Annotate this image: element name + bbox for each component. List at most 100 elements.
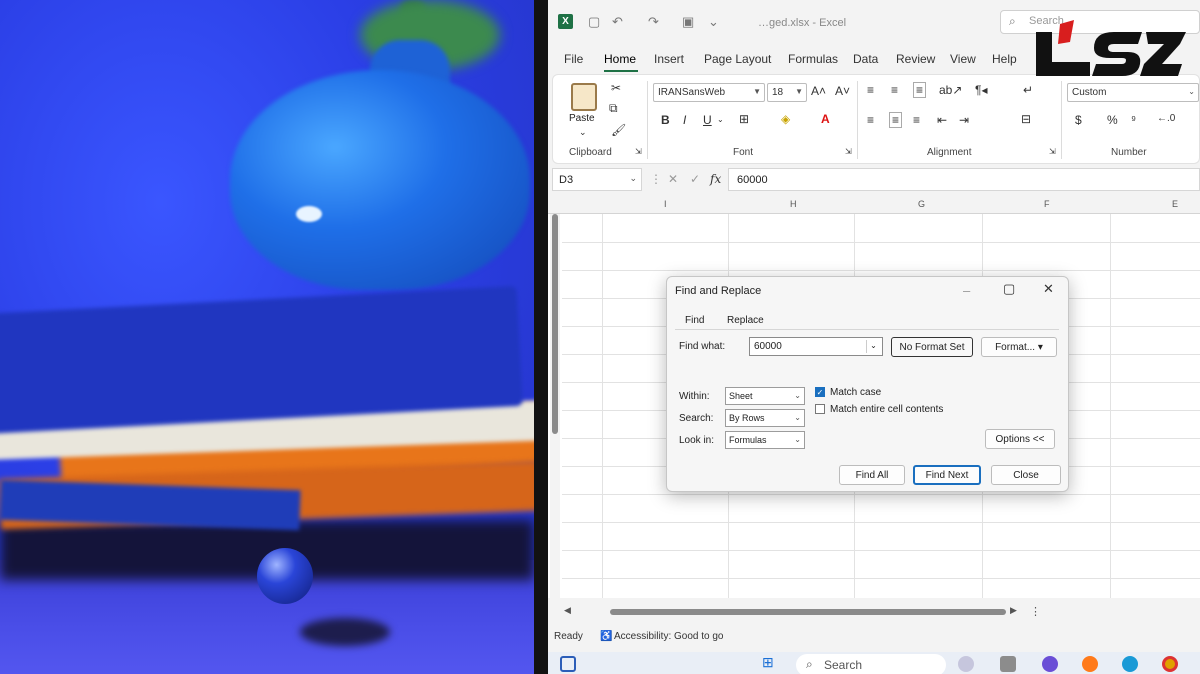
more-icon[interactable]: ⋮ bbox=[1030, 605, 1041, 618]
scroll-thumb[interactable] bbox=[552, 214, 558, 434]
font-family-select[interactable]: IRANSansWeb ▼ bbox=[653, 83, 765, 102]
increase-indent-icon[interactable]: ⇥ bbox=[959, 113, 969, 127]
search-icon: ⌕ bbox=[1009, 14, 1016, 28]
match-entire-checkbox[interactable] bbox=[815, 404, 825, 414]
start-icon[interactable]: ⊞ bbox=[762, 654, 778, 670]
column-header[interactable]: E bbox=[1172, 199, 1178, 209]
increase-decimal-icon[interactable]: ←.0 bbox=[1157, 113, 1175, 124]
percent-style-icon[interactable]: % bbox=[1107, 113, 1118, 127]
paste-dropdown-icon[interactable]: ⌄ bbox=[579, 127, 587, 138]
borders-icon[interactable]: ⊞ bbox=[739, 112, 749, 126]
clipboard-group-label: Clipboard bbox=[569, 147, 612, 158]
paste-label[interactable]: Paste bbox=[569, 113, 595, 124]
align-center-icon[interactable]: ≡ bbox=[889, 112, 903, 128]
tab-data[interactable]: Data bbox=[853, 52, 878, 66]
alignment-launcher-icon[interactable]: ⇲ bbox=[1049, 147, 1056, 156]
accessibility-icon[interactable]: ♿ bbox=[600, 631, 612, 642]
tab-file[interactable]: File bbox=[564, 52, 583, 66]
tab-home[interactable]: Home bbox=[604, 52, 636, 66]
rtl-direction-icon[interactable]: ¶◂ bbox=[975, 83, 987, 97]
within-select[interactable]: Sheet ⌄ bbox=[725, 387, 805, 405]
tab-find[interactable]: Find bbox=[685, 315, 704, 326]
name-box[interactable]: D3 ⌄ bbox=[552, 168, 642, 191]
align-middle-icon[interactable]: ≡ bbox=[891, 83, 898, 97]
scroll-thumb[interactable] bbox=[610, 609, 1006, 615]
font-launcher-icon[interactable]: ⇲ bbox=[845, 147, 852, 156]
italic-icon[interactable]: I bbox=[683, 113, 686, 127]
column-header[interactable]: H bbox=[790, 199, 797, 209]
format-button[interactable]: Format... ▾ bbox=[981, 337, 1057, 357]
formula-input[interactable]: 60000 bbox=[728, 168, 1200, 191]
task-view-icon[interactable] bbox=[1000, 656, 1016, 672]
tab-page-layout[interactable]: Page Layout bbox=[704, 52, 771, 66]
close-icon[interactable]: ✕ bbox=[1043, 281, 1054, 297]
align-right-icon[interactable]: ≡ bbox=[913, 113, 920, 127]
clipboard-launcher-icon[interactable]: ⇲ bbox=[635, 147, 642, 156]
font-color-icon[interactable]: A bbox=[821, 112, 830, 126]
edge-icon[interactable] bbox=[1122, 656, 1138, 672]
find-next-button[interactable]: Find Next bbox=[913, 465, 981, 485]
save-icon[interactable]: ▣ bbox=[682, 14, 694, 30]
copilot-icon[interactable] bbox=[958, 656, 974, 672]
tab-help[interactable]: Help bbox=[992, 52, 1017, 66]
align-top-icon[interactable]: ≡ bbox=[867, 83, 874, 97]
maximize-icon[interactable]: ▢ bbox=[1003, 281, 1015, 297]
increase-font-icon[interactable]: A˄ bbox=[811, 84, 826, 98]
horizontal-scrollbar[interactable]: ◀ ▶ ⋮ bbox=[548, 600, 1200, 624]
find-what-input[interactable]: 60000 ⌄ bbox=[749, 337, 883, 356]
cancel-icon[interactable]: ✕ bbox=[668, 172, 678, 186]
accessibility-status[interactable]: Accessibility: Good to go bbox=[614, 631, 724, 642]
column-header[interactable]: G bbox=[918, 199, 925, 209]
fill-color-icon[interactable]: ◈ bbox=[781, 112, 790, 126]
align-left-icon[interactable]: ≡ bbox=[867, 113, 874, 127]
match-case-checkbox[interactable]: ✓ bbox=[815, 387, 825, 397]
firefox-icon[interactable] bbox=[1082, 656, 1098, 672]
teams-icon[interactable] bbox=[1042, 656, 1058, 672]
insert-function-icon[interactable]: fx bbox=[710, 172, 721, 186]
find-all-button[interactable]: Find All bbox=[839, 465, 905, 485]
decrease-indent-icon[interactable]: ⇤ bbox=[937, 113, 947, 127]
match-case-label[interactable]: Match case bbox=[830, 387, 881, 398]
merge-center-icon[interactable]: ⊟ bbox=[1021, 112, 1031, 126]
scroll-left-icon[interactable]: ◀ bbox=[564, 605, 571, 616]
orientation-icon[interactable]: ab↗ bbox=[939, 83, 962, 97]
paste-icon[interactable] bbox=[571, 83, 597, 111]
autosave-icon[interactable]: ▢ bbox=[588, 14, 600, 30]
redo-icon[interactable]: ↷ bbox=[648, 14, 659, 30]
font-size-select[interactable]: 18 ▼ bbox=[767, 83, 807, 102]
format-painter-icon[interactable]: 🖌 bbox=[611, 123, 626, 137]
accounting-format-icon[interactable]: $ bbox=[1075, 113, 1082, 127]
comma-style-icon[interactable]: ⁹ bbox=[1131, 113, 1136, 127]
widgets-icon[interactable] bbox=[560, 656, 576, 672]
tab-replace[interactable]: Replace bbox=[727, 315, 764, 326]
cut-icon[interactable]: ✂ bbox=[611, 81, 621, 95]
copy-icon[interactable]: ⧉ bbox=[609, 101, 618, 116]
minimize-icon[interactable]: – bbox=[963, 283, 970, 298]
align-bottom-icon[interactable]: ≡ bbox=[913, 82, 927, 98]
underline-icon[interactable]: U bbox=[703, 113, 712, 127]
look-in-select[interactable]: Formulas ⌄ bbox=[725, 431, 805, 449]
close-button[interactable]: Close bbox=[991, 465, 1061, 485]
tab-review[interactable]: Review bbox=[896, 52, 935, 66]
scroll-right-icon[interactable]: ▶ bbox=[1010, 605, 1017, 616]
column-header[interactable]: I bbox=[664, 199, 667, 209]
tab-view[interactable]: View bbox=[950, 52, 976, 66]
undo-icon[interactable]: ↶ bbox=[612, 14, 623, 30]
column-header[interactable]: F bbox=[1044, 199, 1050, 209]
chevron-down-icon[interactable]: ⌄ bbox=[866, 340, 880, 353]
enter-icon[interactable]: ✓ bbox=[690, 172, 700, 186]
no-format-set-button[interactable]: No Format Set bbox=[891, 337, 973, 357]
options-button[interactable]: Options << bbox=[985, 429, 1055, 449]
match-entire-label[interactable]: Match entire cell contents bbox=[830, 404, 943, 415]
more-options-icon[interactable]: ⋮ bbox=[650, 172, 662, 186]
vertical-scrollbar[interactable] bbox=[550, 214, 560, 598]
underline-dropdown-icon[interactable]: ⌄ bbox=[717, 115, 724, 124]
bold-icon[interactable]: B bbox=[661, 113, 670, 127]
tab-insert[interactable]: Insert bbox=[654, 52, 684, 66]
chrome-icon[interactable] bbox=[1162, 656, 1178, 672]
customize-icon[interactable]: ⌄ bbox=[708, 14, 719, 30]
decrease-font-icon[interactable]: A˅ bbox=[835, 84, 850, 98]
tab-formulas[interactable]: Formulas bbox=[788, 52, 838, 66]
search-select[interactable]: By Rows ⌄ bbox=[725, 409, 805, 427]
taskbar-search[interactable]: ⌕ Search bbox=[796, 654, 946, 674]
